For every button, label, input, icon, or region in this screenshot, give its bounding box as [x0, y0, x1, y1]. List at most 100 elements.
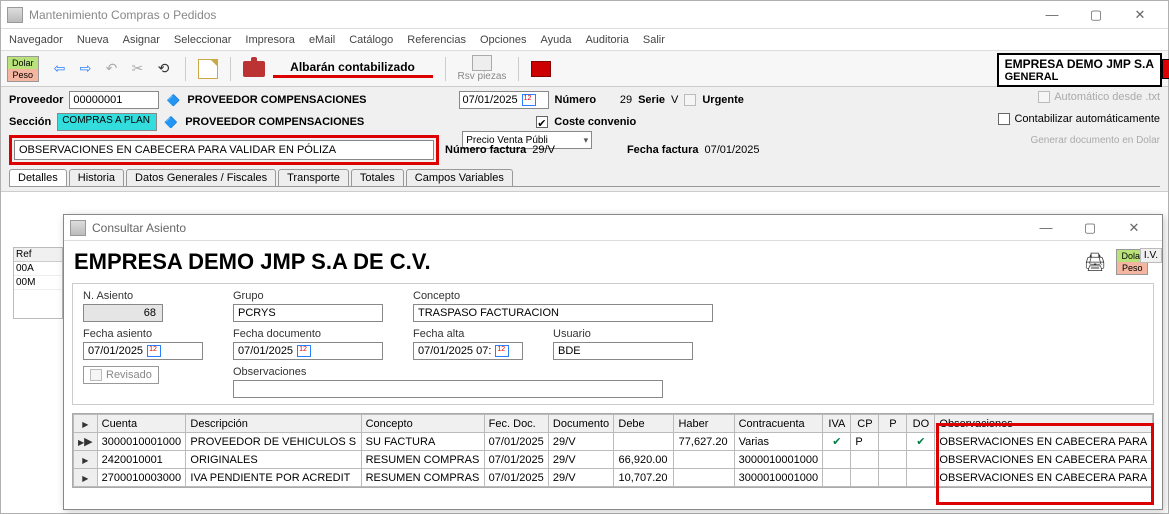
rsv-piezas[interactable]: Rsv piezas: [458, 55, 507, 82]
col-cuenta[interactable]: Cuenta: [97, 415, 186, 433]
col-observaciones[interactable]: Observaciones: [935, 415, 1153, 433]
child-app-icon: [70, 220, 86, 236]
usuario-value[interactable]: BDE: [553, 342, 693, 360]
cell-debe: 66,920.00: [614, 451, 674, 469]
calendar-icon[interactable]: [495, 345, 509, 357]
tab-historia[interactable]: Historia: [69, 169, 124, 186]
row-marker: ▶: [74, 433, 98, 451]
observaciones-value[interactable]: [233, 380, 663, 398]
print-icon[interactable]: 🖨: [1084, 252, 1107, 273]
briefcase-icon[interactable]: [243, 61, 265, 77]
child-maximize-button[interactable]: ▢: [1068, 214, 1112, 242]
obs-cabecera-highlight: OBSERVACIONES EN CABECERA PARA VALIDAR E…: [9, 135, 439, 165]
col-haber[interactable]: Haber: [674, 415, 734, 433]
menu-referencias[interactable]: Referencias: [407, 34, 466, 46]
menu-email[interactable]: eMail: [309, 34, 335, 46]
menu-nueva[interactable]: Nueva: [77, 34, 109, 46]
fg-fecha-alta: Fecha alta 07/01/2025 07:: [413, 328, 523, 360]
cell-cp: [851, 451, 879, 469]
col-concepto[interactable]: Concepto: [361, 415, 484, 433]
company-box: EMPRESA DEMO JMP S.A GENERAL: [997, 53, 1162, 87]
tab-transporte[interactable]: Transporte: [278, 169, 349, 186]
fg-concepto: Concepto TRASPASO FACTURACION: [413, 290, 713, 322]
col-descripcion[interactable]: Descripción: [186, 415, 361, 433]
seccion-input[interactable]: COMPRAS A PLAN: [57, 113, 157, 131]
cell-descripcion: PROVEEDOR DE VEHICULOS S: [186, 433, 361, 451]
menu-navegador[interactable]: Navegador: [9, 34, 63, 46]
col-fec-doc[interactable]: Fec. Doc.: [484, 415, 548, 433]
urgente-checkbox[interactable]: [684, 94, 696, 106]
col-documento[interactable]: Documento: [548, 415, 613, 433]
concepto-value[interactable]: TRASPASO FACTURACION: [413, 304, 713, 322]
peso-badge[interactable]: Peso: [8, 69, 38, 81]
calendar-icon[interactable]: [147, 345, 161, 357]
currency-toggle[interactable]: Dolar Peso: [7, 56, 39, 82]
chip-icon[interactable]: [531, 61, 551, 77]
albaran-status: Albarán contabilizado: [273, 60, 433, 78]
cut-icon[interactable]: ✂: [129, 60, 147, 78]
fecha-factura-label: Fecha factura: [627, 144, 699, 156]
col-marker: [74, 415, 98, 433]
contab-auto-checkbox[interactable]: [998, 113, 1010, 125]
obs-cabecera-input[interactable]: OBSERVACIONES EN CABECERA PARA VALIDAR E…: [14, 140, 434, 160]
menu-opciones[interactable]: Opciones: [480, 34, 526, 46]
col-p[interactable]: P: [879, 415, 907, 433]
cell-concepto: SU FACTURA: [361, 433, 484, 451]
fg-usuario: Usuario BDE: [553, 328, 693, 360]
asiento-table: Cuenta Descripción Concepto Fec. Doc. Do…: [73, 414, 1153, 487]
col-iva[interactable]: IVA: [823, 415, 851, 433]
auto-desde-label: Automático desde .txt: [1054, 91, 1160, 103]
col-contracuenta[interactable]: Contracuenta: [734, 415, 823, 433]
child-minimize-button[interactable]: —: [1024, 214, 1068, 242]
tab-detalles[interactable]: Detalles: [9, 169, 67, 186]
col-do[interactable]: DO: [907, 415, 935, 433]
calendar-icon[interactable]: [297, 345, 311, 357]
col-cp[interactable]: CP: [851, 415, 879, 433]
minimize-button[interactable]: —: [1030, 1, 1074, 29]
num-factura-label: Número factura: [445, 144, 526, 156]
table-row[interactable]: ▶3000010001000PROVEEDOR DE VEHICULOS SSU…: [74, 433, 1153, 451]
menu-impresora[interactable]: Impresora: [245, 34, 295, 46]
menu-ayuda[interactable]: Ayuda: [540, 34, 571, 46]
main-window: Mantenimiento Compras o Pedidos — ▢ ✕ Na…: [0, 0, 1169, 514]
undo-icon[interactable]: ↶: [103, 60, 121, 78]
tab-datos-generales[interactable]: Datos Generales / Fiscales: [126, 169, 276, 186]
n-asiento-value: 68: [83, 304, 163, 322]
child-close-button[interactable]: ✕: [1112, 214, 1156, 242]
fecha-asiento-value[interactable]: 07/01/2025: [83, 342, 203, 360]
menu-salir[interactable]: Salir: [643, 34, 665, 46]
asiento-table-wrap[interactable]: Cuenta Descripción Concepto Fec. Doc. Do…: [72, 413, 1154, 488]
close-button[interactable]: ✕: [1118, 1, 1162, 29]
fecha-input[interactable]: 07/01/2025: [459, 91, 549, 109]
fecha-alta-value[interactable]: 07/01/2025 07:: [413, 342, 523, 360]
iva-stub: I.V.: [1140, 248, 1162, 263]
tab-totales[interactable]: Totales: [351, 169, 404, 186]
new-doc-icon[interactable]: [198, 59, 218, 79]
dolar-badge[interactable]: Dolar: [8, 57, 38, 69]
revisado-checkbox[interactable]: Revisado: [83, 366, 159, 384]
coste-convenio-checkbox[interactable]: ✔: [536, 116, 548, 128]
child-peso-badge[interactable]: Peso: [1117, 262, 1147, 274]
menu-auditoria[interactable]: Auditoria: [585, 34, 628, 46]
proveedor-input[interactable]: [69, 91, 159, 109]
tab-campos-variables[interactable]: Campos Variables: [406, 169, 513, 186]
calendar-icon[interactable]: [522, 94, 536, 106]
menu-seleccionar[interactable]: Seleccionar: [174, 34, 231, 46]
maximize-button[interactable]: ▢: [1074, 1, 1118, 29]
fecha-documento-value[interactable]: 07/01/2025: [233, 342, 383, 360]
proveedor-search-icon[interactable]: 🔷: [165, 92, 181, 108]
nav-prev-icon[interactable]: ⇦: [51, 60, 69, 78]
menu-catalogo[interactable]: Catálogo: [349, 34, 393, 46]
table-row[interactable]: 2700010003000IVA PENDIENTE POR ACREDITRE…: [74, 469, 1153, 487]
col-debe[interactable]: Debe: [614, 415, 674, 433]
table-row[interactable]: 2420010001ORIGINALESRESUMEN COMPRAS07/01…: [74, 451, 1153, 469]
cell-concepto: RESUMEN COMPRAS: [361, 451, 484, 469]
contab-auto-group[interactable]: Contabilizar automáticamente: [998, 113, 1160, 125]
revisado-check-icon: [90, 369, 102, 381]
menu-asignar[interactable]: Asignar: [123, 34, 160, 46]
cell-documento: 29/V: [548, 469, 613, 487]
nav-next-icon[interactable]: ⇨: [77, 60, 95, 78]
seccion-search-icon[interactable]: 🔷: [163, 114, 179, 130]
grupo-value[interactable]: PCRYS: [233, 304, 383, 322]
refresh-icon[interactable]: ⟲: [155, 60, 173, 78]
